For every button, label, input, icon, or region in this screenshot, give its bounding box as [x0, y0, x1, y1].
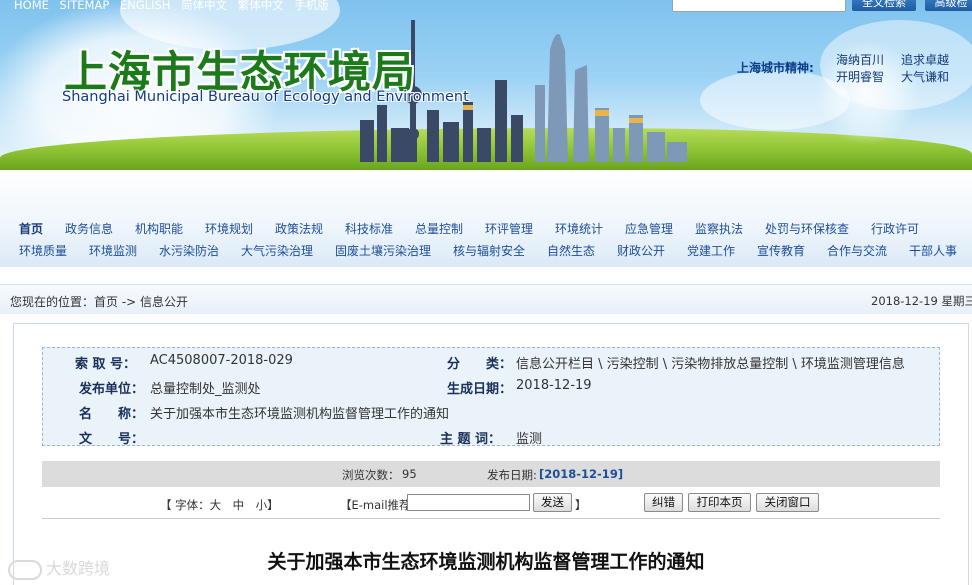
city-spirit-word: 开明睿智: [836, 70, 885, 84]
close-window-button[interactable]: 关闭窗口: [756, 493, 819, 512]
name-value: 关于加强本市生态环境监测机构监督管理工作的通知: [150, 407, 450, 422]
email-recommend-label: 【E-mail推荐: [340, 498, 411, 512]
simplified-chinese-link[interactable]: 简体中文: [181, 0, 227, 12]
publish-date-label: 发布日期:: [487, 468, 537, 482]
nav-item[interactable]: 环境监测: [89, 242, 137, 259]
nav-item[interactable]: 宣传教育: [757, 242, 805, 259]
index-number-label: 索 取 号：: [75, 357, 137, 372]
email-close-bracket: 】: [575, 498, 587, 512]
traditional-chinese-link[interactable]: 繁体中文: [238, 0, 284, 12]
correct-error-button[interactable]: 纠错: [644, 493, 683, 512]
divider: [42, 518, 940, 519]
sitemap-link[interactable]: SITEMAP: [60, 0, 110, 12]
city-spirit-label: 上海城市精神:: [737, 61, 814, 75]
search-input[interactable]: [672, 0, 846, 12]
nav-item[interactable]: 合作与交流: [827, 242, 887, 259]
email-input[interactable]: [407, 494, 530, 511]
english-link[interactable]: ENGLISH: [120, 0, 171, 12]
nav-item[interactable]: 行政许可: [871, 220, 919, 237]
breadcrumb-bar: 您现在的位置：首页 -> 信息公开 2018-12-19 星期三: [0, 284, 972, 314]
nav-item[interactable]: 大气污染治理: [241, 242, 313, 259]
nav-item[interactable]: 首页: [19, 220, 43, 237]
publisher-value: 总量控制处_监测处: [150, 382, 261, 397]
advanced-search-button[interactable]: 高级检: [925, 0, 972, 11]
document-number-label: 文 号：: [79, 432, 145, 447]
nav-item[interactable]: 固废土壤污染治理: [335, 242, 431, 259]
nav-item[interactable]: 监察执法: [695, 220, 743, 237]
watermark: 大数跨境: [8, 555, 110, 580]
nav-item[interactable]: 总量控制: [415, 220, 463, 237]
category-value: 信息公开栏目 \ 污染控制 \ 污染物排放总量控制 \ 环境监测管理信息: [516, 357, 905, 372]
nav-item[interactable]: 环评管理: [485, 220, 533, 237]
current-date: 2018-12-19 星期三: [871, 294, 972, 308]
nav-item[interactable]: 干部人事: [909, 242, 957, 259]
created-date-value: 2018-12-19: [516, 378, 592, 393]
name-label: 名 称：: [79, 407, 145, 422]
watermark-logo-icon: [8, 559, 42, 580]
stats-bar: 浏览次数： 95 发布日期: [2018-12-19]: [42, 461, 940, 487]
document-metadata: 索 取 号： AC4508007-2018-029 分 类： 信息公开栏目 \ …: [42, 347, 940, 447]
views-count: 95: [402, 467, 417, 481]
views-label: 浏览次数：: [342, 468, 400, 482]
nav-item[interactable]: 党建工作: [687, 242, 735, 259]
mobile-link[interactable]: 手机版: [294, 0, 329, 12]
nav-item[interactable]: 核与辐射安全: [453, 242, 525, 259]
index-number-value: AC4508007-2018-029: [150, 353, 293, 368]
nav-item[interactable]: 环境规划: [205, 220, 253, 237]
nav-item[interactable]: 科技标准: [345, 220, 393, 237]
main-nav: 首页 政务信息 机构职能 环境规划 政策法规 科技标准 总量控制 环评管理 环境…: [0, 170, 972, 267]
nav-item[interactable]: 环境统计: [555, 220, 603, 237]
site-subtitle-en: Shanghai Municipal Bureau of Ecology and…: [62, 89, 469, 105]
nav-item[interactable]: 政务信息: [65, 220, 113, 237]
send-button[interactable]: 发送: [533, 493, 572, 512]
article-title: 关于加强本市生态环境监测机构监督管理工作的通知: [267, 551, 705, 573]
topic-label: 主 题 词：: [440, 432, 502, 447]
header-banner: HOME SITEMAP ENGLISH 简体中文 繁体中文 手机版 全文检索 …: [0, 0, 972, 170]
category-label: 分 类：: [447, 357, 513, 372]
city-spirit-word: 海纳百川: [836, 53, 885, 67]
nav-item[interactable]: 自然生态: [547, 242, 595, 259]
nav-item[interactable]: 水污染防治: [159, 242, 219, 259]
nav-item[interactable]: 政策法规: [275, 220, 323, 237]
publish-date-value: [2018-12-19]: [539, 467, 624, 481]
top-links: HOME SITEMAP ENGLISH 简体中文 繁体中文 手机版: [14, 0, 336, 13]
fulltext-search-button[interactable]: 全文检索: [852, 0, 916, 11]
nav-item[interactable]: 处罚与环保核查: [765, 220, 849, 237]
city-spirit-word: 追求卓越: [901, 53, 950, 67]
created-date-label: 生成日期：: [447, 382, 513, 397]
home-link[interactable]: HOME: [14, 0, 49, 12]
nav-item[interactable]: 应急管理: [625, 220, 673, 237]
nav-item[interactable]: 机构职能: [135, 220, 183, 237]
nav-item[interactable]: 财政公开: [617, 242, 665, 259]
breadcrumb: 您现在的位置：首页 -> 信息公开: [10, 295, 189, 309]
watermark-text: 大数跨境: [46, 559, 111, 578]
nav-item[interactable]: 环境质量: [19, 242, 67, 259]
font-size-selector[interactable]: 【 字体：大 中 小】: [160, 497, 279, 513]
topic-value: 监测: [516, 432, 543, 447]
publisher-label: 发布单位：: [79, 382, 145, 397]
print-button[interactable]: 打印本页: [688, 493, 751, 512]
city-spirit-word: 大气谦和: [901, 70, 950, 84]
